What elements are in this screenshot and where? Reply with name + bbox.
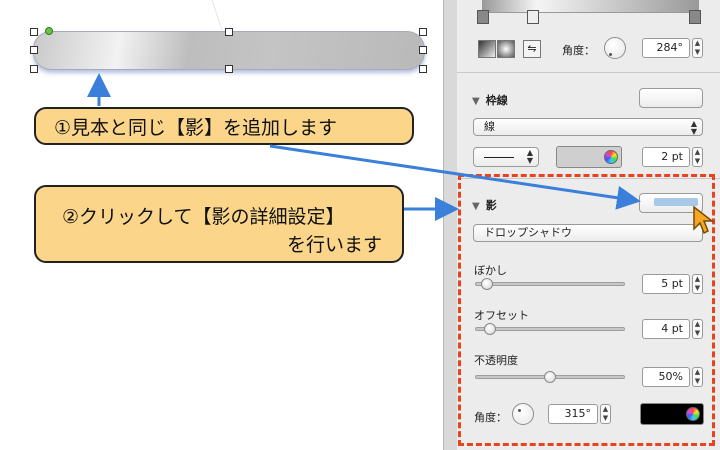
annotation-arrows — [87, 73, 641, 221]
arrow-to-shadow-button — [269, 144, 641, 210]
mouse-cursor-icon — [693, 205, 714, 235]
